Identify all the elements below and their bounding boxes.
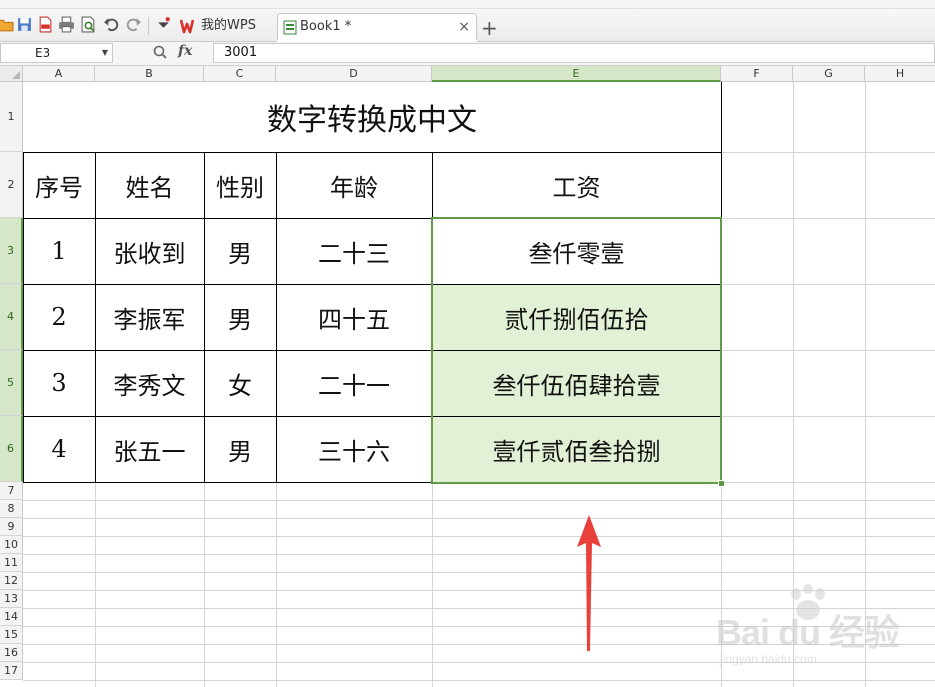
column-header-h[interactable]: H [865, 66, 935, 82]
tab-label: Book1 * [300, 19, 352, 34]
quick-access-toolbar: 我的WPS Book1 * × + [0, 9, 935, 42]
table-cell[interactable]: 张五一 [95, 416, 204, 482]
toolbar-separator [148, 17, 149, 35]
new-tab-button[interactable]: + [481, 18, 498, 38]
formula-input[interactable]: 3001 [213, 43, 935, 63]
formula-bar: E3 ▼ fx 3001 [0, 42, 935, 66]
table-cell[interactable]: 三十六 [276, 416, 432, 482]
row-header-12[interactable]: 12 [0, 572, 23, 590]
row-header-5[interactable]: 5 [0, 350, 23, 416]
row-header-15[interactable]: 15 [0, 626, 23, 644]
row-header-6[interactable]: 6 [0, 416, 23, 482]
header-cell-salary[interactable]: 工资 [432, 152, 721, 218]
baidu-watermark: Bai du 经验 jingyan.baidu.com [716, 584, 916, 674]
table-cell[interactable]: 男 [204, 218, 276, 284]
row-header-9[interactable]: 9 [0, 518, 23, 536]
header-cell-name[interactable]: 姓名 [95, 152, 204, 218]
table-cell[interactable]: 李秀文 [95, 350, 204, 416]
fill-handle[interactable] [718, 480, 725, 487]
column-header-g[interactable]: G [793, 66, 865, 82]
annotation-arrow-icon [577, 515, 601, 651]
header-cell-gender[interactable]: 性别 [204, 152, 276, 218]
table-cell[interactable]: 男 [204, 416, 276, 482]
sheet-title[interactable]: 数字转换成中文 [23, 82, 721, 152]
print-icon[interactable] [58, 16, 75, 33]
row-header-1[interactable]: 1 [0, 82, 23, 152]
watermark-url: jingyan.baidu.com [720, 652, 817, 666]
open-folder-icon[interactable] [0, 16, 14, 33]
column-header-f[interactable]: F [721, 66, 793, 82]
search-icon[interactable] [152, 44, 168, 60]
watermark-brand: Bai du 经验 [716, 612, 900, 653]
tab-book1[interactable]: Book1 * × [277, 13, 477, 42]
table-cell[interactable]: 2 [23, 284, 95, 350]
row-header-17[interactable]: 17 [0, 662, 23, 680]
tab-label: 我的WPS [201, 18, 256, 33]
row-header-16[interactable]: 16 [0, 644, 23, 662]
table-cell[interactable]: 二十三 [276, 218, 432, 284]
close-tab-icon[interactable]: × [458, 14, 470, 40]
select-all-corner[interactable] [0, 66, 23, 82]
row-header-4[interactable]: 4 [0, 284, 23, 350]
header-cell-no[interactable]: 序号 [23, 152, 95, 218]
name-box-value: E3 [35, 46, 51, 60]
column-header-b[interactable]: B [95, 66, 204, 82]
insert-function-button[interactable]: fx [178, 43, 192, 59]
spreadsheet-file-icon [283, 20, 297, 35]
row-header-13[interactable]: 13 [0, 590, 23, 608]
print-preview-icon[interactable] [80, 16, 97, 33]
table-cell[interactable]: 4 [23, 416, 95, 482]
tab-my-wps[interactable]: 我的WPS [177, 13, 277, 41]
row-header-14[interactable]: 14 [0, 608, 23, 626]
row-header-3[interactable]: 3 [0, 218, 23, 284]
table-cell[interactable]: 1 [23, 218, 95, 284]
table-cell[interactable]: 3 [23, 350, 95, 416]
column-header-e[interactable]: E [432, 66, 721, 82]
table-cell[interactable]: 张收到 [95, 218, 204, 284]
row-header-8[interactable]: 8 [0, 500, 23, 518]
save-icon[interactable] [16, 16, 33, 33]
selection-border [431, 217, 722, 484]
export-pdf-icon[interactable] [37, 16, 54, 33]
table-cell[interactable]: 女 [204, 350, 276, 416]
window-top-strip [0, 0, 935, 9]
table-cell[interactable]: 男 [204, 284, 276, 350]
undo-icon[interactable] [103, 16, 120, 33]
column-header-c[interactable]: C [204, 66, 276, 82]
chevron-down-icon[interactable]: ▼ [102, 44, 108, 62]
customize-toolbar-icon[interactable] [155, 16, 172, 33]
wps-logo-icon [180, 19, 195, 34]
table-cell[interactable]: 二十一 [276, 350, 432, 416]
redo-icon[interactable] [125, 16, 142, 33]
column-header-d[interactable]: D [276, 66, 432, 82]
row-header-2[interactable]: 2 [0, 152, 23, 218]
name-box[interactable]: E3 ▼ [0, 43, 113, 63]
header-cell-age[interactable]: 年龄 [276, 152, 432, 218]
row-header-10[interactable]: 10 [0, 536, 23, 554]
column-header-a[interactable]: A [23, 66, 95, 82]
table-cell[interactable]: 四十五 [276, 284, 432, 350]
row-header-7[interactable]: 7 [0, 482, 23, 500]
row-header-11[interactable]: 11 [0, 554, 23, 572]
table-cell[interactable]: 李振军 [95, 284, 204, 350]
